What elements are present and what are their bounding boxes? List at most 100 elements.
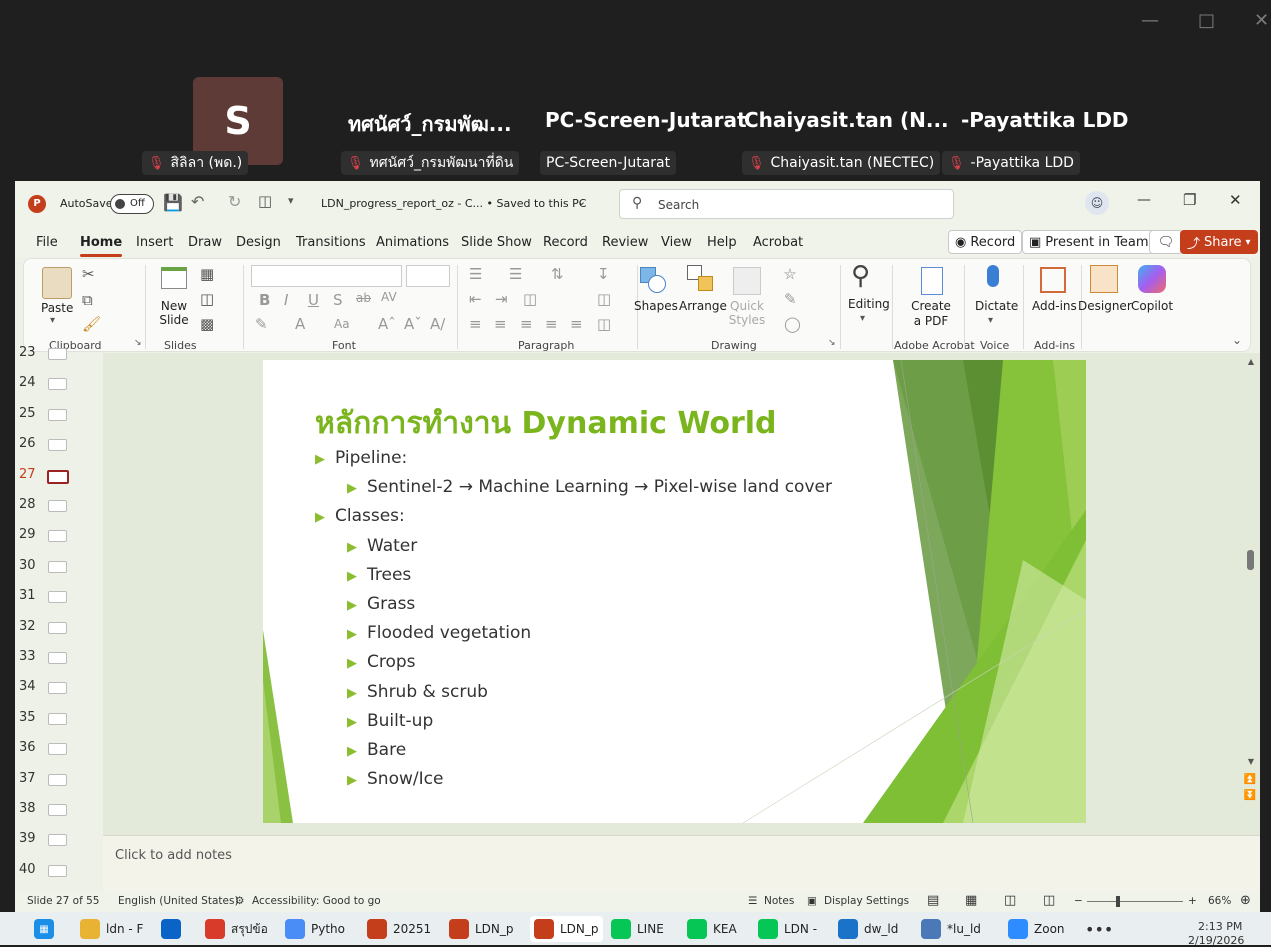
- more-apps-icon[interactable]: •••: [1085, 920, 1113, 939]
- tab-transitions[interactable]: Transitions: [296, 235, 366, 250]
- editing-button[interactable]: Editing: [848, 297, 890, 311]
- slide-sorter-icon[interactable]: ▦: [965, 893, 977, 908]
- sub-bullet-item[interactable]: ▶ Shrub & scrub: [347, 682, 488, 702]
- zoom-in-icon[interactable]: +: [1188, 895, 1197, 907]
- slide-thumbnail[interactable]: [48, 682, 67, 695]
- slide-thumbnail[interactable]: [48, 591, 67, 604]
- slide-thumbnail[interactable]: [48, 439, 67, 452]
- taskbar-app[interactable]: dw_ld: [838, 916, 898, 942]
- tab-home[interactable]: Home: [80, 235, 123, 257]
- tab-animations[interactable]: Animations: [376, 235, 449, 250]
- document-title[interactable]: LDN_progress_report_oz - C... • Saved to…: [321, 197, 586, 210]
- slide-thumbnail-pane[interactable]: 23 24 25 26 27 28 29 30 31 32 33 34 35 36 37 38 39 40: [15, 345, 103, 891]
- taskbar-app[interactable]: LDN -: [758, 916, 817, 942]
- zoom-level[interactable]: 66%: [1208, 895, 1231, 907]
- increase-font-icon[interactable]: Aˆ: [378, 315, 396, 333]
- editing-search-icon[interactable]: ⚲: [851, 261, 870, 291]
- tab-insert[interactable]: Insert: [136, 235, 173, 250]
- search-box[interactable]: ⚲ Search: [619, 189, 954, 219]
- taskbar-app[interactable]: LINE: [611, 916, 664, 942]
- sub-bullet-item[interactable]: ▶ Trees: [347, 565, 411, 585]
- taskbar-app[interactable]: ldn - F: [80, 916, 143, 942]
- editor-scrollbar-thumb[interactable]: [1247, 550, 1254, 570]
- slide-show-icon[interactable]: ◫: [1043, 893, 1055, 908]
- chevron-down-icon[interactable]: ▾: [988, 315, 993, 326]
- maximize-icon[interactable]: □: [1198, 10, 1215, 31]
- minimize-icon[interactable]: —: [1137, 192, 1151, 208]
- quick-styles-icon[interactable]: [733, 267, 761, 295]
- taskbar-app[interactable]: LDN_p: [449, 916, 514, 942]
- slide-thumbnail[interactable]: [48, 530, 67, 543]
- sub-bullet-item[interactable]: ▶ Sentinel-2 → Machine Learning → Pixel-w…: [347, 477, 832, 497]
- shadow-icon[interactable]: S: [333, 291, 343, 309]
- notes-placeholder[interactable]: Click to add notes: [115, 848, 232, 863]
- sub-bullet-item[interactable]: ▶ Crops: [347, 652, 416, 672]
- align-left-icon[interactable]: ≡: [469, 315, 482, 333]
- quick-styles-button[interactable]: Quick Styles: [727, 299, 767, 327]
- paste-button[interactable]: Paste: [41, 301, 73, 315]
- sub-bullet-item[interactable]: ▶ Built-up: [347, 711, 433, 731]
- slide-thumbnail[interactable]: [48, 408, 67, 421]
- notes-pane[interactable]: Click to add notes: [103, 835, 1260, 891]
- normal-view-icon[interactable]: ▤: [927, 893, 939, 908]
- slide-thumbnail[interactable]: [48, 348, 67, 360]
- highlight-icon[interactable]: ✎: [255, 315, 268, 333]
- create-pdf-icon[interactable]: [921, 267, 943, 295]
- redo-icon[interactable]: ↻: [228, 192, 241, 211]
- notes-icon[interactable]: ☰: [748, 895, 757, 907]
- tab-file[interactable]: File: [36, 235, 58, 250]
- copilot-button[interactable]: Copilot: [1131, 299, 1173, 313]
- copy-icon[interactable]: ⧉: [82, 291, 93, 309]
- close-icon[interactable]: ✕: [1254, 10, 1269, 31]
- increase-indent-icon[interactable]: ⇥: [495, 290, 508, 308]
- tab-review[interactable]: Review: [602, 235, 648, 250]
- dialog-launcher-icon[interactable]: ↘: [828, 338, 836, 348]
- reset-icon[interactable]: ◫: [200, 290, 214, 308]
- taskbar-app[interactable]: สรุปข้อ: [205, 916, 268, 942]
- dictate-button[interactable]: Dictate: [975, 299, 1018, 313]
- slide-thumbnail[interactable]: [48, 773, 67, 786]
- shapes-icon[interactable]: [640, 267, 666, 293]
- slide-thumbnail[interactable]: [48, 804, 67, 816]
- new-slide-button[interactable]: New Slide: [154, 299, 194, 327]
- previous-slide-icon[interactable]: ⏫: [1244, 774, 1256, 785]
- line-spacing-icon[interactable]: ⇅: [551, 265, 564, 283]
- zoom-out-icon[interactable]: −: [1074, 895, 1083, 907]
- start-button[interactable]: ▦: [34, 916, 60, 942]
- display-settings-icon[interactable]: ▣: [807, 895, 817, 907]
- font-color-icon[interactable]: A: [295, 315, 305, 333]
- italic-icon[interactable]: I: [284, 291, 288, 309]
- character-spacing-icon[interactable]: AV: [381, 290, 397, 304]
- designer-button[interactable]: Designer: [1078, 299, 1132, 313]
- bullet-item[interactable]: ▶ Pipeline:: [315, 448, 407, 468]
- tab-design[interactable]: Design: [236, 235, 281, 250]
- add-ins-button[interactable]: Add-ins: [1032, 299, 1077, 313]
- section-icon[interactable]: ▩: [200, 315, 214, 333]
- autosave-toggle[interactable]: Off: [110, 194, 154, 214]
- cut-icon[interactable]: ✂: [82, 265, 95, 283]
- sub-bullet-item[interactable]: ▶ Water: [347, 536, 417, 556]
- dialog-launcher-icon[interactable]: ↘: [134, 338, 142, 348]
- paste-icon[interactable]: [42, 267, 72, 299]
- chevron-down-icon[interactable]: ⌄: [577, 195, 586, 208]
- present-in-teams-button[interactable]: ▣ Present in Teams: [1022, 230, 1163, 254]
- slide-canvas[interactable]: หลักการทำงาน Dynamic World ▶ Pipeline: ▶ Se…: [263, 360, 1086, 823]
- tab-help[interactable]: Help: [707, 235, 737, 250]
- taskbar-app[interactable]: 20251: [367, 916, 431, 942]
- taskbar-app[interactable]: Pytho: [285, 916, 345, 942]
- arrange-button[interactable]: Arrange: [679, 299, 727, 313]
- align-text-icon[interactable]: ◫: [597, 290, 611, 308]
- customize-qat-icon[interactable]: ▾: [288, 194, 294, 207]
- change-case-icon[interactable]: Aa: [334, 317, 350, 331]
- clear-formatting-icon[interactable]: A∕: [430, 315, 445, 333]
- decrease-indent-icon[interactable]: ⇤: [469, 290, 482, 308]
- slide-thumbnail[interactable]: [48, 834, 67, 847]
- layout-icon[interactable]: ▦: [200, 265, 214, 283]
- tab-record[interactable]: Record: [543, 235, 588, 250]
- minimize-icon[interactable]: —: [1141, 10, 1159, 31]
- new-slide-icon[interactable]: [161, 267, 187, 289]
- slide-thumbnail[interactable]: [48, 500, 67, 512]
- display-settings-button[interactable]: Display Settings: [824, 895, 909, 907]
- decrease-font-icon[interactable]: Aˇ: [404, 315, 422, 333]
- slide-thumbnail[interactable]: [47, 469, 69, 484]
